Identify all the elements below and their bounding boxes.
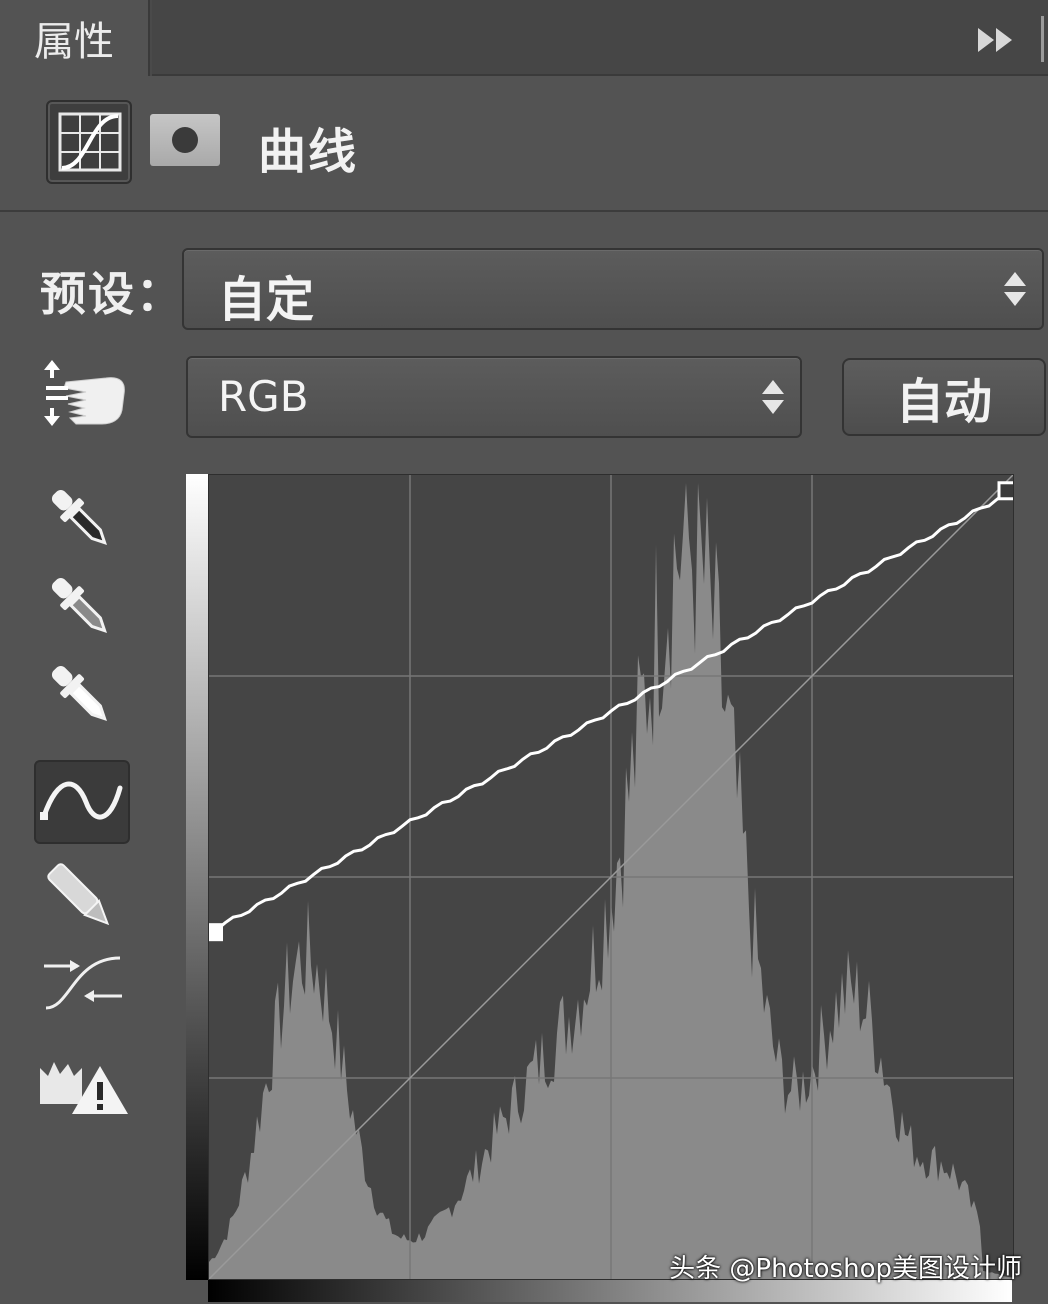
curves-graph[interactable] [208,474,1014,1280]
smooth-curve-icon[interactable] [34,944,130,1028]
panel-edge [1041,16,1044,62]
preset-value: 自定 [218,272,315,328]
gray-point-eyedropper-icon[interactable] [34,566,130,650]
curve-point-white[interactable] [997,481,1013,501]
tab-properties[interactable]: 属性 [0,0,150,76]
updown-arrows-icon [762,380,784,414]
watermark: 头条 @Photoshop美图设计师 [669,1254,1022,1284]
channel-value: RGB [218,372,309,421]
targeted-adjustment-icon[interactable] [40,358,130,430]
edit-curve-points-icon[interactable] [34,760,130,844]
preset-dropdown[interactable]: 自定 [182,248,1044,330]
updown-arrows-icon [1004,272,1026,306]
curves-adjustment-icon[interactable] [46,100,132,184]
panel-title: 曲线 [258,124,359,180]
tab-bar: 属性 [0,0,1048,76]
mask-dot [172,127,198,153]
white-point-eyedropper-icon[interactable] [34,654,130,738]
auto-button[interactable]: 自动 [842,358,1046,436]
output-gradient-bar [186,474,208,1280]
collapse-panel-icon[interactable] [976,24,1020,56]
clipping-warning-icon[interactable] [34,1046,130,1130]
tab-bar-empty [152,0,1048,76]
preset-label: 预设： [40,267,184,321]
pencil-draw-icon[interactable] [34,856,130,940]
divider [0,210,1048,212]
channel-dropdown[interactable]: RGB [186,356,802,438]
layer-mask-icon[interactable] [150,114,220,166]
curve-point-black[interactable] [209,923,223,942]
black-point-eyedropper-icon[interactable] [34,478,130,562]
